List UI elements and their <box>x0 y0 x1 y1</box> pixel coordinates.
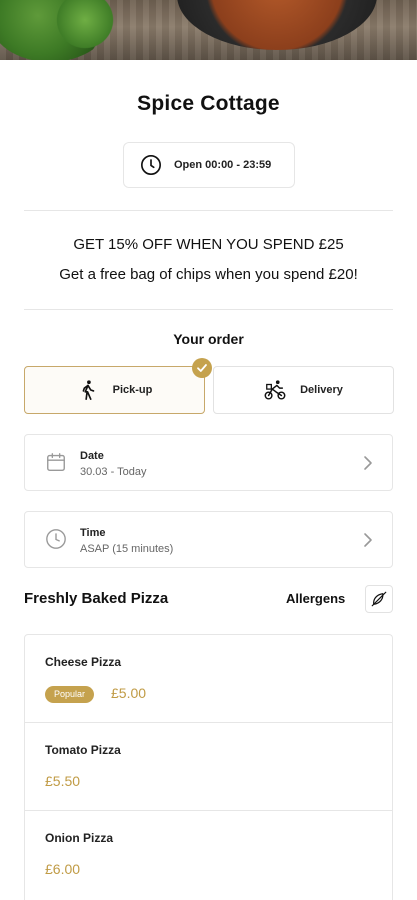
pickup-option[interactable]: Pick-up <box>24 366 205 414</box>
divider <box>24 309 393 310</box>
date-label: Date <box>80 450 104 462</box>
menu-item[interactable]: Onion Pizza £6.00 <box>25 811 392 899</box>
delivery-label: Delivery <box>300 384 343 396</box>
promo-text: GET 15% OFF WHEN YOU SPEND £25 <box>73 236 344 253</box>
calendar-icon <box>47 453 65 471</box>
walking-person-icon <box>82 380 94 400</box>
allergens-button[interactable] <box>365 585 393 613</box>
allergen-icon <box>371 591 387 607</box>
item-price: £5.50 <box>45 773 81 789</box>
item-price: £5.00 <box>111 685 147 701</box>
menu-item[interactable]: Tomato Pizza £5.50 <box>25 723 392 811</box>
selected-check-icon <box>192 358 212 378</box>
time-label: Time <box>80 527 106 539</box>
item-price: £6.00 <box>45 861 81 877</box>
divider <box>24 210 393 211</box>
chevron-right-icon <box>364 456 372 470</box>
item-name: Onion Pizza <box>45 831 114 845</box>
item-name: Tomato Pizza <box>45 743 121 757</box>
pickup-label: Pick-up <box>112 384 153 396</box>
hours-text: Open 00:00 - 23:59 <box>174 159 272 171</box>
your-order-heading: Your order <box>173 331 244 347</box>
menu-item[interactable]: Cheese Pizza Popular £5.00 <box>25 635 392 723</box>
clock-icon <box>141 155 161 175</box>
popular-badge: Popular <box>45 686 95 703</box>
date-selector[interactable]: Date 30.03 - Today <box>24 434 393 491</box>
date-value: 30.03 - Today <box>80 466 147 478</box>
hero-image <box>0 0 417 60</box>
menu-section-title: Freshly Baked Pizza <box>24 590 169 607</box>
time-value: ASAP (15 minutes) <box>80 543 174 555</box>
opening-hours: Open 00:00 - 23:59 <box>123 142 295 188</box>
allergens-label[interactable]: Allergens <box>286 591 345 606</box>
menu-list: Cheese Pizza Popular £5.00 Tomato Pizza … <box>24 634 393 900</box>
promo-text: Get a free bag of chips when you spend £… <box>59 266 358 283</box>
delivery-option[interactable]: Delivery <box>213 366 394 414</box>
item-name: Cheese Pizza <box>45 655 122 669</box>
clock-icon <box>46 529 66 549</box>
cyclist-icon <box>264 380 286 400</box>
time-selector[interactable]: Time ASAP (15 minutes) <box>24 511 393 568</box>
chevron-right-icon <box>364 533 372 547</box>
restaurant-name: Spice Cottage <box>137 92 280 115</box>
